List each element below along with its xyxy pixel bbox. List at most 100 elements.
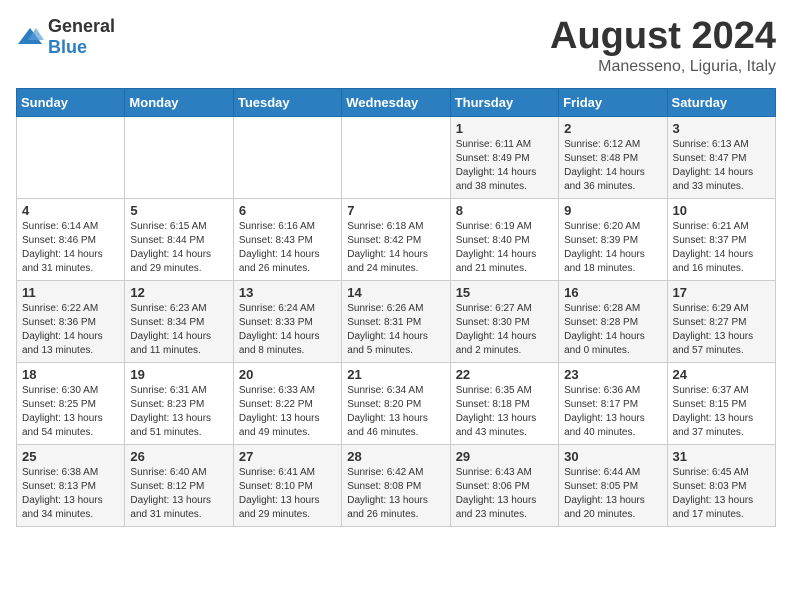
week-row-3: 11 Sunrise: 6:22 AM Sunset: 8:36 PM Dayli… xyxy=(17,280,776,362)
day-info: Sunrise: 6:24 AM Sunset: 8:33 PM Dayligh… xyxy=(239,302,336,358)
day-number: 18 xyxy=(22,367,119,382)
day-number: 5 xyxy=(130,203,227,218)
day-info: Sunrise: 6:11 AM Sunset: 8:49 PM Dayligh… xyxy=(456,138,553,194)
header-tuesday: Tuesday xyxy=(233,88,341,116)
day-cell: 30 Sunrise: 6:44 AM Sunset: 8:05 PM Dayli… xyxy=(559,444,667,526)
week-row-5: 25 Sunrise: 6:38 AM Sunset: 8:13 PM Dayli… xyxy=(17,444,776,526)
day-info: Sunrise: 6:13 AM Sunset: 8:47 PM Dayligh… xyxy=(673,138,770,194)
day-number: 17 xyxy=(673,285,770,300)
day-cell: 2Sunrise: 6:12 AM Sunset: 8:48 PM Daylig… xyxy=(559,116,667,198)
day-number: 7 xyxy=(347,203,444,218)
day-number: 19 xyxy=(130,367,227,382)
day-number: 23 xyxy=(564,367,661,382)
day-cell xyxy=(17,116,125,198)
day-info: Sunrise: 6:43 AM Sunset: 8:06 PM Dayligh… xyxy=(456,466,553,522)
day-number: 27 xyxy=(239,449,336,464)
day-cell: 15 Sunrise: 6:27 AM Sunset: 8:30 PM Dayli… xyxy=(450,280,558,362)
day-number: 26 xyxy=(130,449,227,464)
day-info: Sunrise: 6:45 AM Sunset: 8:03 PM Dayligh… xyxy=(673,466,770,522)
day-number: 3 xyxy=(673,121,770,136)
day-number: 30 xyxy=(564,449,661,464)
day-info: Sunrise: 6:40 AM Sunset: 8:12 PM Dayligh… xyxy=(130,466,227,522)
title-area: August 2024 Manesseno, Liguria, Italy xyxy=(550,16,776,76)
day-info: Sunrise: 6:27 AM Sunset: 8:30 PM Dayligh… xyxy=(456,302,553,358)
day-cell: 6 Sunrise: 6:16 AM Sunset: 8:43 PM Daylig… xyxy=(233,198,341,280)
day-number: 1 xyxy=(456,121,553,136)
day-cell: 31 Sunrise: 6:45 AM Sunset: 8:03 PM Dayli… xyxy=(667,444,775,526)
day-info: Sunrise: 6:15 AM Sunset: 8:44 PM Dayligh… xyxy=(130,220,227,276)
day-info: Sunrise: 6:23 AM Sunset: 8:34 PM Dayligh… xyxy=(130,302,227,358)
day-number: 8 xyxy=(456,203,553,218)
week-row-4: 18 Sunrise: 6:30 AM Sunset: 8:25 PM Dayli… xyxy=(17,362,776,444)
day-info: Sunrise: 6:14 AM Sunset: 8:46 PM Dayligh… xyxy=(22,220,119,276)
day-info: Sunrise: 6:20 AM Sunset: 8:39 PM Dayligh… xyxy=(564,220,661,276)
day-cell: 27 Sunrise: 6:41 AM Sunset: 8:10 PM Dayli… xyxy=(233,444,341,526)
day-info: Sunrise: 6:16 AM Sunset: 8:43 PM Dayligh… xyxy=(239,220,336,276)
day-info: Sunrise: 6:37 AM Sunset: 8:15 PM Dayligh… xyxy=(673,384,770,440)
header: General Blue August 2024 Manesseno, Ligu… xyxy=(16,16,776,76)
day-number: 11 xyxy=(22,285,119,300)
day-info: Sunrise: 6:38 AM Sunset: 8:13 PM Dayligh… xyxy=(22,466,119,522)
day-number: 10 xyxy=(673,203,770,218)
day-cell xyxy=(233,116,341,198)
day-number: 25 xyxy=(22,449,119,464)
day-info: Sunrise: 6:21 AM Sunset: 8:37 PM Dayligh… xyxy=(673,220,770,276)
day-cell: 22Sunrise: 6:35 AM Sunset: 8:18 PM Dayli… xyxy=(450,362,558,444)
day-cell: 28 Sunrise: 6:42 AM Sunset: 8:08 PM Dayli… xyxy=(342,444,450,526)
day-info: Sunrise: 6:31 AM Sunset: 8:23 PM Dayligh… xyxy=(130,384,227,440)
day-cell: 5 Sunrise: 6:15 AM Sunset: 8:44 PM Daylig… xyxy=(125,198,233,280)
day-number: 9 xyxy=(564,203,661,218)
day-number: 20 xyxy=(239,367,336,382)
header-wednesday: Wednesday xyxy=(342,88,450,116)
day-info: Sunrise: 6:22 AM Sunset: 8:36 PM Dayligh… xyxy=(22,302,119,358)
day-info: Sunrise: 6:12 AM Sunset: 8:48 PM Dayligh… xyxy=(564,138,661,194)
day-cell: 20Sunrise: 6:33 AM Sunset: 8:22 PM Dayli… xyxy=(233,362,341,444)
day-number: 29 xyxy=(456,449,553,464)
day-number: 24 xyxy=(673,367,770,382)
day-number: 31 xyxy=(673,449,770,464)
day-cell: 24 Sunrise: 6:37 AM Sunset: 8:15 PM Dayli… xyxy=(667,362,775,444)
day-info: Sunrise: 6:42 AM Sunset: 8:08 PM Dayligh… xyxy=(347,466,444,522)
week-row-1: 1 Sunrise: 6:11 AM Sunset: 8:49 PM Daylig… xyxy=(17,116,776,198)
day-cell: 1 Sunrise: 6:11 AM Sunset: 8:49 PM Daylig… xyxy=(450,116,558,198)
day-info: Sunrise: 6:36 AM Sunset: 8:17 PM Dayligh… xyxy=(564,384,661,440)
day-cell: 13Sunrise: 6:24 AM Sunset: 8:33 PM Dayli… xyxy=(233,280,341,362)
day-info: Sunrise: 6:30 AM Sunset: 8:25 PM Dayligh… xyxy=(22,384,119,440)
day-number: 28 xyxy=(347,449,444,464)
day-info: Sunrise: 6:18 AM Sunset: 8:42 PM Dayligh… xyxy=(347,220,444,276)
logo-blue: Blue xyxy=(48,37,87,57)
day-cell: 21Sunrise: 6:34 AM Sunset: 8:20 PM Dayli… xyxy=(342,362,450,444)
week-row-2: 4Sunrise: 6:14 AM Sunset: 8:46 PM Daylig… xyxy=(17,198,776,280)
day-cell: 14 Sunrise: 6:26 AM Sunset: 8:31 PM Dayli… xyxy=(342,280,450,362)
location-title: Manesseno, Liguria, Italy xyxy=(550,58,776,76)
day-cell: 29 Sunrise: 6:43 AM Sunset: 8:06 PM Dayli… xyxy=(450,444,558,526)
header-friday: Friday xyxy=(559,88,667,116)
day-number: 15 xyxy=(456,285,553,300)
day-number: 6 xyxy=(239,203,336,218)
day-number: 14 xyxy=(347,285,444,300)
logo: General Blue xyxy=(16,16,115,58)
day-cell: 7 Sunrise: 6:18 AM Sunset: 8:42 PM Daylig… xyxy=(342,198,450,280)
header-thursday: Thursday xyxy=(450,88,558,116)
day-info: Sunrise: 6:26 AM Sunset: 8:31 PM Dayligh… xyxy=(347,302,444,358)
day-cell xyxy=(342,116,450,198)
day-cell xyxy=(125,116,233,198)
month-title: August 2024 xyxy=(550,16,776,58)
day-cell: 8 Sunrise: 6:19 AM Sunset: 8:40 PM Daylig… xyxy=(450,198,558,280)
day-cell: 26 Sunrise: 6:40 AM Sunset: 8:12 PM Dayli… xyxy=(125,444,233,526)
day-info: Sunrise: 6:35 AM Sunset: 8:18 PM Dayligh… xyxy=(456,384,553,440)
day-cell: 10 Sunrise: 6:21 AM Sunset: 8:37 PM Dayli… xyxy=(667,198,775,280)
calendar-table: SundayMondayTuesdayWednesdayThursdayFrid… xyxy=(16,88,776,527)
day-number: 12 xyxy=(130,285,227,300)
day-cell: 25 Sunrise: 6:38 AM Sunset: 8:13 PM Dayli… xyxy=(17,444,125,526)
day-cell: 19 Sunrise: 6:31 AM Sunset: 8:23 PM Dayli… xyxy=(125,362,233,444)
day-info: Sunrise: 6:41 AM Sunset: 8:10 PM Dayligh… xyxy=(239,466,336,522)
day-cell: 4Sunrise: 6:14 AM Sunset: 8:46 PM Daylig… xyxy=(17,198,125,280)
day-number: 21 xyxy=(347,367,444,382)
day-cell: 12 Sunrise: 6:23 AM Sunset: 8:34 PM Dayli… xyxy=(125,280,233,362)
day-info: Sunrise: 6:19 AM Sunset: 8:40 PM Dayligh… xyxy=(456,220,553,276)
day-cell: 3 Sunrise: 6:13 AM Sunset: 8:47 PM Daylig… xyxy=(667,116,775,198)
day-info: Sunrise: 6:44 AM Sunset: 8:05 PM Dayligh… xyxy=(564,466,661,522)
day-number: 16 xyxy=(564,285,661,300)
day-cell: 23 Sunrise: 6:36 AM Sunset: 8:17 PM Dayli… xyxy=(559,362,667,444)
